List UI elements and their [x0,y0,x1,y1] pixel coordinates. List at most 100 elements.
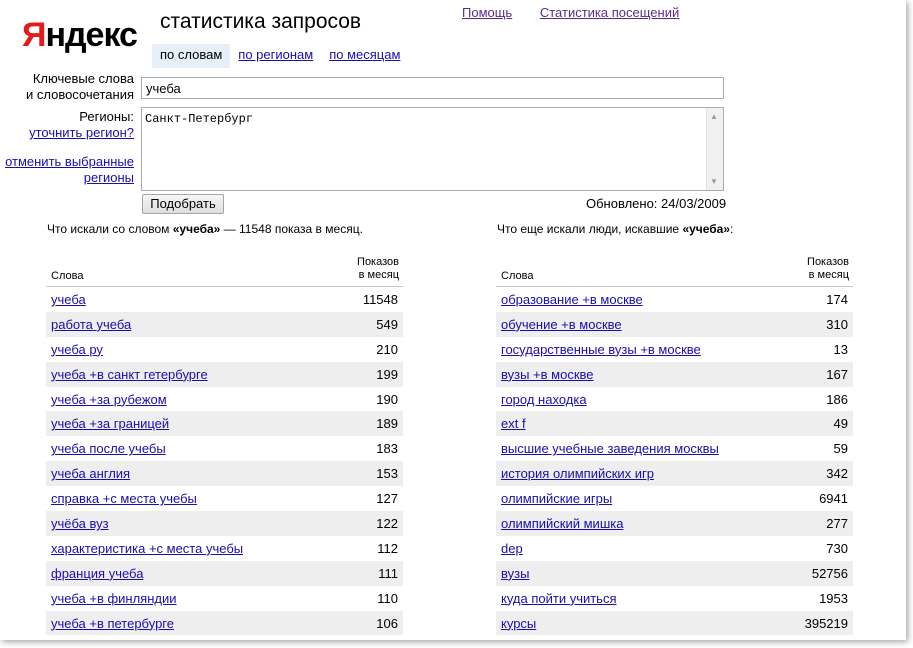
regions-scrollbar[interactable]: ▲ ▼ [706,108,723,190]
query-link[interactable]: олимпийский мишка [501,516,623,531]
shows-count: 112 [377,540,398,556]
query-link[interactable]: куда пойти учиться [501,591,617,606]
scroll-down-icon[interactable]: ▼ [710,177,718,186]
shows-count: 6941 [819,491,848,507]
clear-regions-link[interactable]: отменить выбранные регионы [5,154,134,185]
shows-count: 730 [826,540,848,556]
visit-stats-link[interactable]: Статистика посещений [540,5,679,20]
shows-count: 549 [376,316,398,332]
right-caption-word: «учеба» [682,222,731,236]
shows-count: 395219 [804,615,848,631]
right-caption: Что еще искали люди, искавшие «учеба»: [497,222,733,236]
keywords-input[interactable] [141,77,724,99]
shows-count: 49 [833,416,848,432]
query-link[interactable]: учёба вуз [51,516,109,531]
query-link[interactable]: характеристика +с места учебы [51,541,243,556]
tab-by-words[interactable]: по словам [152,44,231,68]
submit-button[interactable]: Подобрать [142,194,224,214]
table-row: куда пойти учиться 1953 [496,586,853,611]
page-title: статистика запросов [160,10,362,33]
query-link[interactable]: учеба +за границей [51,416,169,431]
table-row: работа учеба 549 [46,311,403,337]
query-link[interactable]: справка +с места учебы [51,491,197,506]
scroll-up-icon[interactable]: ▲ [710,112,718,121]
query-link[interactable]: ext f [501,416,526,431]
tab-bar: по словам по регионам по месяцам [152,44,408,68]
query-link[interactable]: франция учеба [51,566,143,581]
shows-count: 189 [376,416,398,432]
shows-count: 277 [826,516,848,532]
shows-count: 174 [826,292,848,307]
table-row: справка +с места учебы 127 [46,486,403,511]
regions-textarea[interactable]: Санкт-Петербург ▲ ▼ [141,107,724,191]
query-link[interactable]: вузы [501,566,529,581]
shows-count: 110 [377,590,398,606]
right-caption-suffix: : [730,222,734,236]
tab-by-months[interactable]: по месяцам [321,44,408,68]
shows-count: 342 [826,466,848,482]
shows-count: 199 [376,366,398,382]
keywords-label: Ключевые слова и словосочетания [20,71,134,103]
right-col-shows: Показов в месяц [807,256,849,282]
shows-count: 183 [376,441,398,457]
query-link[interactable]: государственные вузы +в москве [501,342,701,357]
query-link[interactable]: курсы [501,616,536,631]
query-link[interactable]: история олимпийских игр [501,466,654,481]
query-link[interactable]: вузы +в москве [501,367,594,382]
table-row: учеба ру 210 [46,337,403,362]
table-row: государственные вузы +в москве 13 [496,337,853,362]
left-col-shows-line2: в месяц [358,269,399,281]
table-row: ext f 49 [496,411,853,437]
query-link[interactable]: учеба +за рубежом [51,392,167,407]
table-row: учеба +в петербурге 106 [46,610,403,636]
shows-count: 310 [826,316,848,332]
query-link[interactable]: учеба [51,292,86,307]
table-row: учеба +за границей 189 [46,411,403,437]
keywords-label-line2: и словосочетания [25,87,134,102]
query-link[interactable]: учеба ру [51,342,103,357]
left-table-body: учеба 11548 работа учеба 549 учеба ру 210 учеб… [46,287,403,636]
right-table: Слова Показов в месяц образование +в моск… [496,256,853,636]
query-link[interactable]: работа учеба [51,317,131,332]
query-link[interactable]: учеба после учебы [51,441,166,456]
table-row: учеба после учебы 183 [46,436,403,461]
query-link[interactable]: город находка [501,392,587,407]
query-link[interactable]: учеба +в финляндии [51,591,177,606]
help-link[interactable]: Помощь [462,5,512,20]
shows-count: 122 [376,516,398,532]
logo-rest: ндекс [45,16,138,54]
query-link[interactable]: образование +в москве [501,292,643,307]
clear-regions: отменить выбранные регионы [4,154,134,186]
query-link[interactable]: высшие учебные заведения москвы [501,441,719,456]
table-row: франция учеба 111 [46,560,403,586]
table-row: учеба 11548 [46,287,403,312]
table-row: учеба +за рубежом 190 [46,387,403,412]
table-row: учеба +в финляндии 110 [46,586,403,611]
shows-count: 1953 [819,590,848,606]
table-row: образование +в москве 174 [496,287,853,312]
shows-count: 59 [833,441,848,457]
query-link[interactable]: учеба англия [51,466,130,481]
keywords-label-line1: Ключевые слова [32,71,134,86]
tab-by-regions[interactable]: по регионам [230,44,321,68]
left-table-header: Слова Показов в месяц [46,256,403,287]
shows-count: 111 [378,565,398,581]
right-table-header: Слова Показов в месяц [496,256,853,287]
table-row: dep 730 [496,536,853,561]
right-col-shows-line2: в месяц [808,269,849,281]
shows-count: 186 [826,391,848,407]
query-link[interactable]: обучение +в москве [501,317,622,332]
yandex-logo[interactable]: Яндекс [22,16,138,55]
table-row: город находка 186 [496,387,853,412]
query-link[interactable]: dep [501,541,523,556]
updated-date: Обновлено: 24/03/2009 [586,196,727,211]
refine-region-link[interactable]: уточнить регион? [29,125,134,140]
clear-regions-line2: регионы [83,170,134,185]
tab-by-regions-link[interactable]: по регионам [238,47,313,62]
query-link[interactable]: олимпийские игры [501,491,612,506]
left-col-words: Слова [51,270,84,282]
tab-by-months-link[interactable]: по месяцам [329,47,400,62]
query-link[interactable]: учеба +в петербурге [51,616,174,631]
regions-label-text: Регионы: [79,109,134,124]
query-link[interactable]: учеба +в санкт гетербурге [51,367,208,382]
